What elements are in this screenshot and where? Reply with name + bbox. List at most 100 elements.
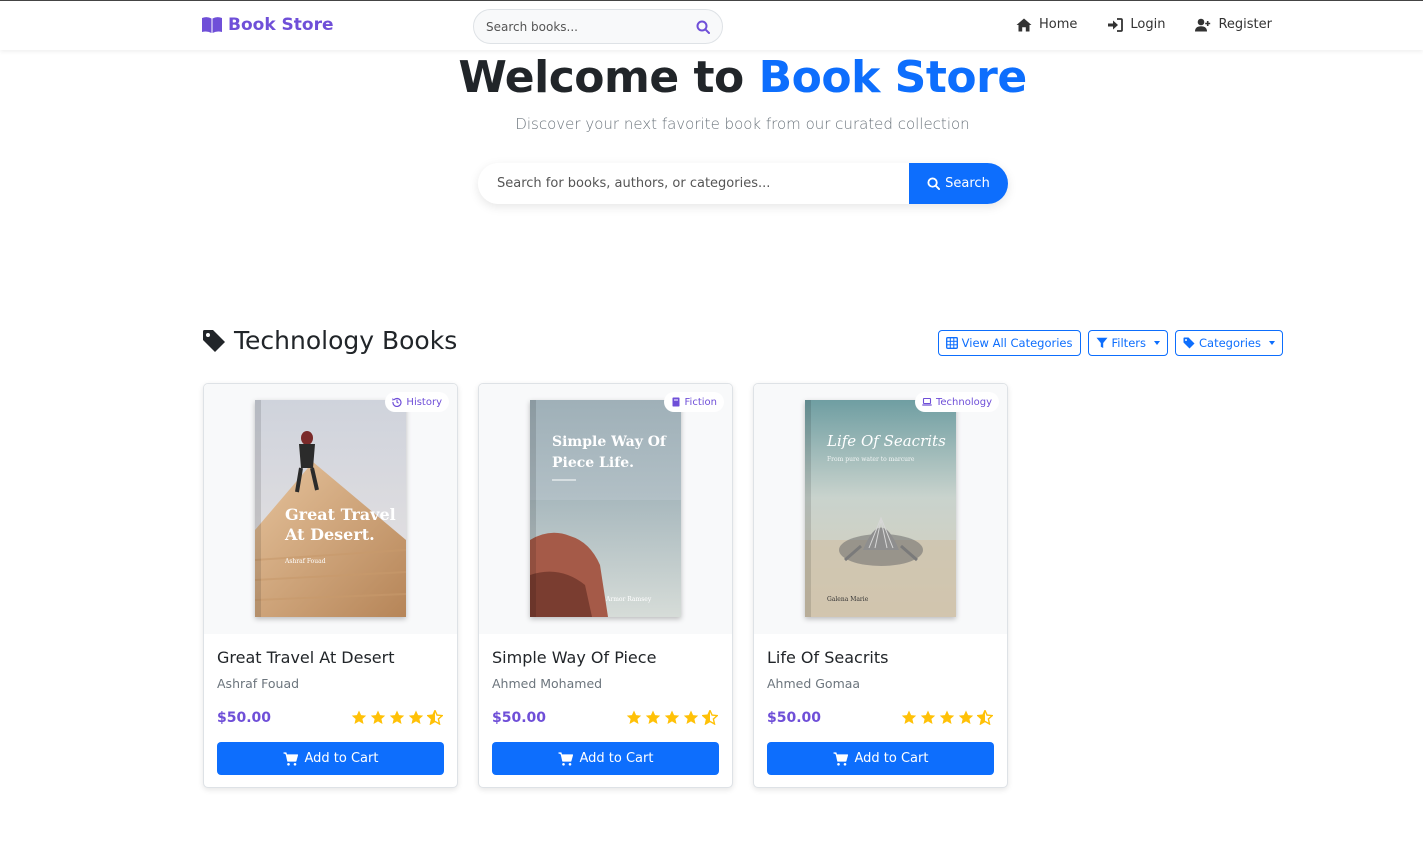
nav-login-label: Login — [1130, 17, 1166, 32]
star-icon — [626, 710, 642, 724]
add-to-cart-button[interactable]: Add to Cart — [492, 742, 719, 775]
nav-home-label: Home — [1039, 17, 1078, 32]
view-all-categories-label: View All Categories — [961, 336, 1073, 350]
book-cover-image[interactable]: Great Travel At Desert. Ashraf Fouad — [255, 400, 406, 617]
star-icon — [901, 710, 917, 724]
star-icon — [389, 710, 405, 724]
cover-subtitle: From pure water to marcure — [827, 456, 915, 463]
book-cover-image[interactable]: Life Of Seacrits From pure water to marc… — [805, 400, 956, 617]
star-icon — [958, 710, 974, 724]
book-icon — [672, 397, 680, 407]
book-title[interactable]: Great Travel At Desert — [217, 648, 395, 667]
cover-author: Galena Marie — [827, 596, 869, 603]
search-icon — [927, 177, 941, 190]
nav-login-link[interactable]: Login — [1107, 17, 1165, 32]
chevron-down-icon — [1269, 341, 1275, 345]
brand-name: Book Store — [228, 15, 334, 35]
hero-subtitle: Discover your next favorite book from ou… — [515, 115, 970, 133]
book-author: Ahmed Gomaa — [767, 676, 861, 691]
book-price: $50.00 — [492, 710, 547, 726]
chevron-down-icon — [1154, 341, 1160, 345]
book-author: Ashraf Fouad — [217, 676, 300, 691]
category-badge-label: History — [406, 396, 442, 408]
hero-title-accent: Book Store — [758, 52, 1028, 103]
star-icon — [683, 710, 699, 724]
section-heading: Technology Books — [202, 326, 457, 355]
home-icon — [1016, 18, 1032, 31]
table-icon — [945, 337, 958, 349]
star-half-icon — [702, 710, 718, 725]
user-plus-icon — [1195, 18, 1211, 31]
book-cover-area[interactable]: Simple Way Of Piece Life. Armor Ramsey F… — [479, 384, 732, 634]
add-to-cart-button[interactable]: Add to Cart — [217, 742, 444, 775]
book-cover-area[interactable]: Great Travel At Desert. Ashraf Fouad His… — [204, 384, 457, 634]
star-icon — [939, 710, 955, 724]
add-to-cart-label: Add to Cart — [304, 751, 379, 766]
categories-dropdown-button[interactable]: Categories — [1175, 330, 1283, 356]
book-card: Great Travel At Desert. Ashraf Fouad His… — [203, 383, 458, 788]
add-to-cart-button[interactable]: Add to Cart — [767, 742, 994, 775]
hero-search-button[interactable]: Search — [909, 163, 1008, 204]
nav-register-label: Register — [1218, 17, 1272, 32]
star-icon — [408, 710, 424, 724]
star-icon — [920, 710, 936, 724]
star-rating — [626, 710, 718, 725]
view-all-categories-button[interactable]: View All Categories — [937, 330, 1081, 356]
tag-icon — [1183, 337, 1195, 349]
star-icon — [645, 710, 661, 724]
book-title[interactable]: Life Of Seacrits — [767, 648, 888, 667]
navbar: Book Store Home Login — [0, 0, 1423, 50]
cover-title: Great Travel At Desert. — [285, 505, 396, 544]
cover-title: Simple Way Of Piece Life. — [552, 434, 666, 471]
category-badge: Fiction — [663, 392, 724, 412]
book-author: Ahmed Mohamed — [492, 676, 603, 691]
cover-author: Ashraf Fouad — [285, 558, 326, 565]
filter-icon — [1096, 337, 1108, 348]
book-card: Life Of Seacrits From pure water to marc… — [753, 383, 1008, 788]
category-badge: History — [385, 392, 449, 412]
star-rating — [351, 710, 443, 725]
navbar-search-input[interactable] — [486, 19, 696, 34]
sign-in-icon — [1108, 17, 1124, 32]
search-icon[interactable] — [696, 20, 710, 34]
hero-title: Welcome to Book Store — [0, 52, 1423, 103]
category-badge-label: Technology — [935, 396, 992, 408]
book-title[interactable]: Simple Way Of Piece — [492, 648, 656, 667]
star-icon — [351, 710, 367, 724]
category-badge-label: Fiction — [684, 396, 717, 408]
cover-title: Life Of Seacrits — [827, 432, 946, 450]
book-card: Simple Way Of Piece Life. Armor Ramsey F… — [478, 383, 733, 788]
laptop-icon — [922, 397, 932, 406]
filters-label: Filters — [1111, 336, 1146, 350]
nav-register-link[interactable]: Register — [1195, 17, 1272, 32]
add-to-cart-label: Add to Cart — [854, 751, 929, 766]
star-half-icon — [977, 710, 993, 725]
hero-title-prefix: Welcome to — [458, 52, 744, 103]
book-cover-image[interactable]: Simple Way Of Piece Life. Armor Ramsey — [530, 400, 681, 617]
nav-home-link[interactable]: Home — [1016, 17, 1077, 32]
nav-links: Home Login Register — [1016, 17, 1272, 32]
section-actions: View All Categories Filters Categories — [937, 330, 1283, 356]
section-title: Technology Books — [234, 326, 458, 355]
hero-search-input[interactable] — [478, 163, 909, 204]
category-badge: Technology — [914, 392, 999, 412]
cart-icon — [558, 751, 573, 766]
star-half-icon — [427, 710, 443, 725]
navbar-search — [473, 9, 723, 44]
star-icon — [370, 710, 386, 724]
open-book-icon — [202, 17, 222, 33]
book-cover-area[interactable]: Life Of Seacrits From pure water to marc… — [754, 384, 1007, 634]
cover-author: Armor Ramsey — [606, 596, 652, 603]
hero-search: Search — [478, 163, 1008, 204]
book-price: $50.00 — [767, 710, 822, 726]
cart-icon — [283, 751, 298, 766]
filters-dropdown-button[interactable]: Filters — [1087, 330, 1168, 356]
hero-search-button-label: Search — [945, 176, 990, 191]
star-rating — [901, 710, 993, 725]
history-icon — [392, 397, 402, 407]
add-to-cart-label: Add to Cart — [579, 751, 654, 766]
brand-logo[interactable]: Book Store — [202, 15, 334, 35]
book-price: $50.00 — [217, 710, 272, 726]
star-icon — [664, 710, 680, 724]
tag-icon — [203, 329, 225, 352]
